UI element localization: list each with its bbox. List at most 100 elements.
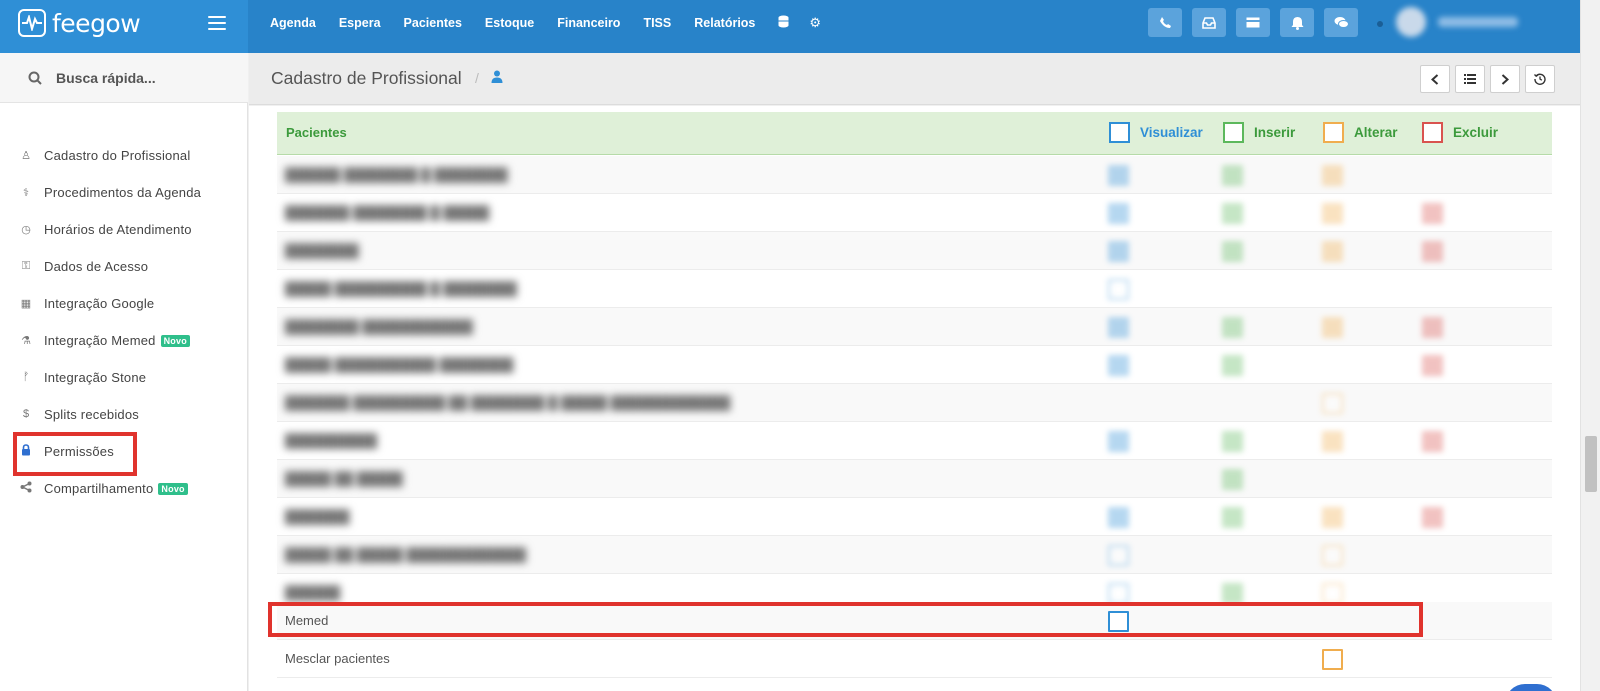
alterar-checkbox[interactable] bbox=[1322, 431, 1343, 452]
column-visualizar[interactable]: Visualizar bbox=[1109, 122, 1203, 143]
nav-financeiro[interactable]: Financeiro bbox=[557, 16, 620, 30]
alterar-checkbox[interactable] bbox=[1322, 583, 1343, 604]
select-all-alterar-checkbox[interactable] bbox=[1323, 122, 1344, 143]
row-label-redacted: ████████ bbox=[285, 243, 359, 258]
inserir-checkbox[interactable] bbox=[1222, 203, 1243, 224]
excluir-checkbox[interactable] bbox=[1422, 203, 1443, 224]
row-label-redacted: ██████████ bbox=[285, 433, 378, 448]
notifications-button[interactable] bbox=[1280, 8, 1314, 37]
visualizar-checkbox[interactable] bbox=[1108, 317, 1129, 338]
visualizar-checkbox[interactable] bbox=[1108, 545, 1129, 566]
search-input[interactable]: Busca rápida... bbox=[56, 70, 156, 86]
table-row-redacted: ██████ ████████ █ ████████ bbox=[277, 156, 1552, 194]
row-label-redacted: ███████ ██████████ ██ ████████ █ █████ █… bbox=[285, 395, 731, 410]
gear-icon[interactable]: ⚙ bbox=[809, 15, 821, 31]
excluir-checkbox[interactable] bbox=[1422, 507, 1443, 528]
row-label-redacted: ████████ ████████████ bbox=[285, 319, 473, 334]
chevron-left-icon bbox=[1431, 73, 1439, 85]
sidebar-item-splits-recebidos[interactable]: $ Splits recebidos bbox=[0, 399, 248, 429]
user-name-redacted[interactable] bbox=[1438, 17, 1518, 27]
row-label-redacted: ██████ ████████ █ ████████ bbox=[285, 167, 508, 182]
sidebar-item-integracao-memed[interactable]: ⚗ Integração Memed Novo bbox=[0, 325, 248, 355]
database-icon[interactable] bbox=[778, 15, 789, 31]
novo-badge: Novo bbox=[158, 482, 188, 495]
sidebar-item-cadastro-profissional[interactable]: ♙ Cadastro do Profissional bbox=[0, 140, 248, 170]
excluir-checkbox[interactable] bbox=[1422, 241, 1443, 262]
visualizar-checkbox[interactable] bbox=[1108, 507, 1129, 528]
flask-icon: ⚗ bbox=[21, 334, 31, 347]
quick-search[interactable]: Busca rápida... bbox=[0, 53, 248, 103]
visualizar-checkbox[interactable] bbox=[1108, 583, 1129, 604]
visualizar-checkbox[interactable] bbox=[1108, 355, 1129, 376]
key-icon: ⚿ bbox=[21, 259, 31, 272]
sidebar-item-dados-acesso[interactable]: ⚿ Dados de Acesso bbox=[0, 251, 248, 281]
column-inserir[interactable]: Inserir bbox=[1223, 122, 1295, 143]
column-alterar[interactable]: Alterar bbox=[1323, 122, 1398, 143]
select-all-inserir-checkbox[interactable] bbox=[1223, 122, 1244, 143]
inserir-checkbox[interactable] bbox=[1222, 583, 1243, 604]
visualizar-checkbox[interactable] bbox=[1108, 165, 1129, 186]
table-row-redacted: ███████ ██████████ ██ ████████ █ █████ █… bbox=[277, 384, 1552, 422]
phone-button[interactable] bbox=[1148, 8, 1182, 37]
previous-button[interactable] bbox=[1420, 65, 1450, 93]
alterar-checkbox[interactable] bbox=[1322, 393, 1343, 414]
inserir-checkbox[interactable] bbox=[1222, 165, 1243, 186]
feegow-logo-icon bbox=[18, 9, 46, 37]
permissions-panel: Pacientes Visualizar Inserir Alterar Exc… bbox=[249, 106, 1580, 691]
nav-tiss[interactable]: TISS bbox=[643, 16, 671, 30]
stethoscope-icon: ⚕ bbox=[23, 186, 29, 199]
visualizar-checkbox[interactable] bbox=[1108, 241, 1129, 262]
select-all-visualizar-checkbox[interactable] bbox=[1109, 122, 1130, 143]
visualizar-checkbox[interactable] bbox=[1108, 431, 1129, 452]
memed-visualizar-checkbox[interactable] bbox=[1108, 611, 1129, 632]
excluir-checkbox[interactable] bbox=[1422, 355, 1443, 376]
nav-espera[interactable]: Espera bbox=[339, 16, 381, 30]
visualizar-checkbox[interactable] bbox=[1108, 203, 1129, 224]
chat-icon bbox=[1334, 17, 1349, 28]
brand-logo-area[interactable]: feegow bbox=[0, 0, 248, 53]
card-button[interactable] bbox=[1236, 8, 1270, 37]
sidebar-item-procedimentos-agenda[interactable]: ⚕ Procedimentos da Agenda bbox=[0, 177, 248, 207]
share-icon bbox=[19, 481, 33, 496]
inserir-checkbox[interactable] bbox=[1222, 317, 1243, 338]
alterar-checkbox[interactable] bbox=[1322, 165, 1343, 186]
history-button[interactable] bbox=[1525, 65, 1555, 93]
mesclar-pacientes-alterar-checkbox[interactable] bbox=[1322, 649, 1343, 670]
user-avatar[interactable] bbox=[1396, 7, 1426, 37]
alterar-checkbox[interactable] bbox=[1322, 317, 1343, 338]
nav-estoque[interactable]: Estoque bbox=[485, 16, 534, 30]
menu-toggle-icon[interactable] bbox=[208, 16, 226, 30]
record-nav-buttons bbox=[1420, 65, 1560, 93]
nav-agenda[interactable]: Agenda bbox=[270, 16, 316, 30]
sidebar-item-compartilhamento[interactable]: Compartilhamento Novo bbox=[0, 473, 248, 503]
alterar-checkbox[interactable] bbox=[1322, 507, 1343, 528]
table-row-redacted: ███████ ████████ █ █████ bbox=[277, 194, 1552, 232]
sidebar-item-horarios-atendimento[interactable]: ◷ Horários de Atendimento bbox=[0, 214, 248, 244]
select-all-excluir-checkbox[interactable] bbox=[1422, 122, 1443, 143]
alterar-checkbox[interactable] bbox=[1322, 545, 1343, 566]
inserir-checkbox[interactable] bbox=[1222, 241, 1243, 262]
chat-button[interactable] bbox=[1324, 8, 1358, 37]
inbox-button[interactable] bbox=[1192, 8, 1226, 37]
sidebar-item-integracao-google[interactable]: ▦ Integração Google bbox=[0, 288, 248, 318]
excluir-checkbox[interactable] bbox=[1422, 431, 1443, 452]
inserir-checkbox[interactable] bbox=[1222, 469, 1243, 490]
inserir-checkbox[interactable] bbox=[1222, 355, 1243, 376]
sidebar-item-integracao-stone[interactable]: ᚠ Integração Stone bbox=[0, 362, 248, 392]
nav-relatorios[interactable]: Relatórios bbox=[694, 16, 755, 30]
next-button[interactable] bbox=[1490, 65, 1520, 93]
page-scrollbar[interactable] bbox=[1580, 0, 1600, 691]
scrollbar-thumb[interactable] bbox=[1585, 436, 1597, 492]
inserir-checkbox[interactable] bbox=[1222, 431, 1243, 452]
visualizar-checkbox[interactable] bbox=[1108, 279, 1129, 300]
alterar-checkbox[interactable] bbox=[1322, 241, 1343, 262]
alterar-checkbox[interactable] bbox=[1322, 203, 1343, 224]
nav-pacientes[interactable]: Pacientes bbox=[404, 16, 462, 30]
row-label-redacted: █████ ██████████ █ ████████ bbox=[285, 281, 517, 296]
inserir-checkbox[interactable] bbox=[1222, 507, 1243, 528]
list-button[interactable] bbox=[1455, 65, 1485, 93]
sidebar-item-permissoes[interactable]: Permissões bbox=[0, 436, 248, 466]
column-excluir[interactable]: Excluir bbox=[1422, 122, 1498, 143]
table-row-mesclar-pacientes: Mesclar pacientes bbox=[277, 640, 1552, 678]
excluir-checkbox[interactable] bbox=[1422, 317, 1443, 338]
